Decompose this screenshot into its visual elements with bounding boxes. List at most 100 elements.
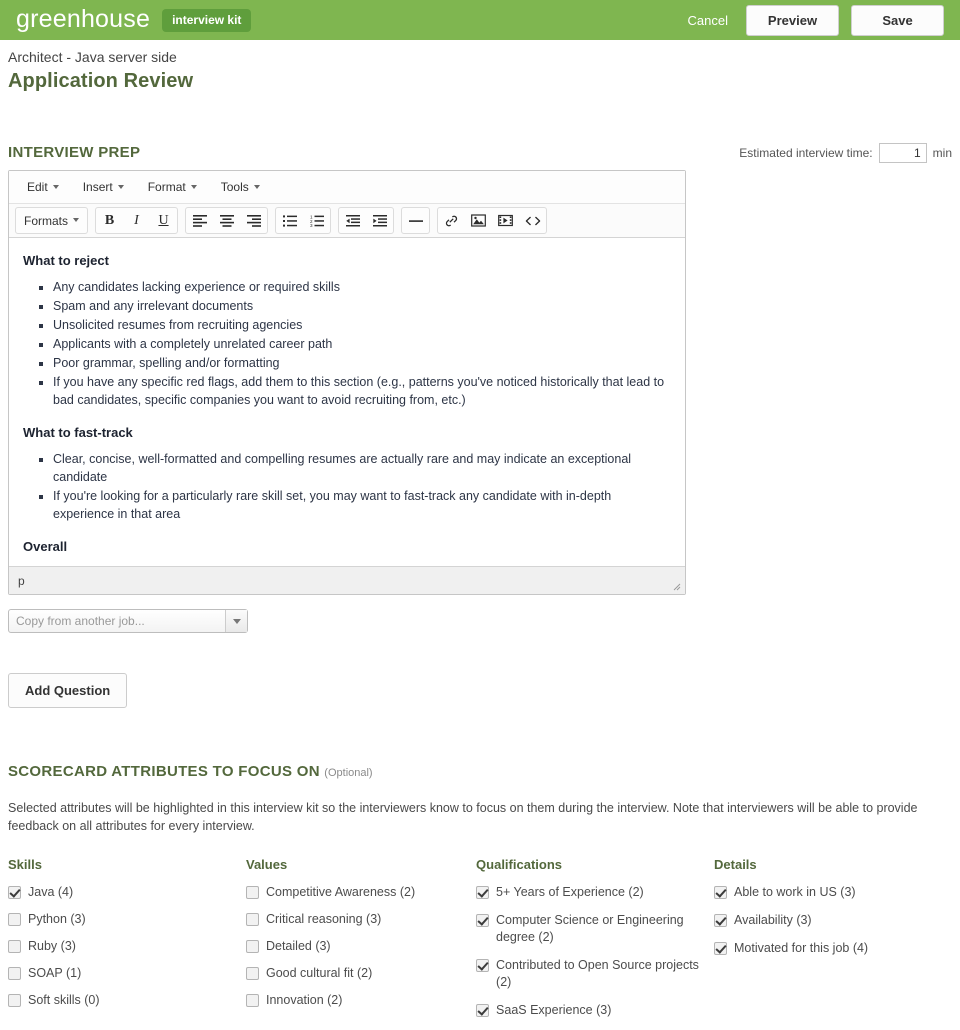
attribute-checkbox-row[interactable]: SaaS Experience (3) [476,1002,714,1019]
interview-kit-badge: interview kit [162,8,252,32]
brand: greenhouse interview kit [16,6,252,33]
attribute-column-skills: Skills Java (4) Python (3) Ruby (3) SOAP… [8,857,246,1030]
checkbox-icon[interactable] [476,959,490,972]
editor-resize-handle[interactable] [671,580,681,591]
align-right-icon[interactable] [240,209,267,232]
toolbar-group-lists: 123 [275,207,332,234]
checkbox-icon[interactable] [476,1004,490,1017]
bullet-list-icon[interactable] [276,209,303,232]
preview-button[interactable]: Preview [746,4,839,36]
checkbox-icon[interactable] [476,914,490,927]
attribute-label: Critical reasoning (3) [265,912,382,926]
attribute-checkbox-row[interactable]: SOAP (1) [8,965,246,981]
editor-toolbar: Formats B I U 1 2 3 [9,204,685,238]
checkbox-icon[interactable] [8,886,21,899]
attribute-label: Motivated for this job (4) [734,941,869,955]
attribute-label: Detailed (3) [265,939,331,953]
checkbox-icon[interactable] [714,886,728,899]
align-left-icon[interactable] [186,209,213,232]
chevron-down-icon [52,184,59,189]
svg-text:3: 3 [310,223,313,227]
editor-content[interactable]: What to reject Any candidates lacking ex… [9,238,685,566]
menu-tools[interactable]: Tools [212,176,269,198]
scorecard-attribute-columns: Skills Java (4) Python (3) Ruby (3) SOAP… [8,857,952,1030]
attribute-checkbox-row[interactable]: Able to work in US (3) [714,884,952,901]
attribute-checkbox-row[interactable]: Ruby (3) [8,938,246,954]
checkbox-icon[interactable] [8,940,21,953]
media-icon[interactable] [492,209,519,232]
attribute-checkbox-row[interactable]: Contributed to Open Source projects (2) [476,957,714,991]
estimated-time-input[interactable] [878,143,927,163]
attribute-checkbox-row[interactable]: Critical reasoning (3) [245,911,476,927]
checkbox-icon[interactable] [8,994,21,1007]
editor-menubar: Edit Insert Format Tools [9,171,685,204]
source-code-icon[interactable] [519,209,546,232]
indent-icon[interactable] [366,209,393,232]
attribute-column-qualifications: Qualifications 5+ Years of Experience (2… [476,857,714,1030]
attribute-checkbox-row[interactable]: Availability (3) [714,912,952,929]
formats-dropdown[interactable]: Formats [16,209,87,232]
image-icon[interactable] [465,209,492,232]
checkbox-icon[interactable] [476,886,490,899]
italic-icon[interactable]: I [123,209,150,232]
scorecard-title-text: SCORECARD ATTRIBUTES TO FOCUS ON [8,763,320,780]
attribute-checkbox-row[interactable]: Computer Science or Engineering degree (… [476,912,714,946]
align-center-icon[interactable] [213,209,240,232]
menu-format-label: Format [147,180,186,194]
toolbar-group-insert [437,207,548,234]
attribute-checkbox-row[interactable]: Detailed (3) [245,938,476,954]
copy-from-job-select[interactable]: Copy from another job... [8,609,248,633]
chevron-down-icon [232,618,241,624]
attribute-checkbox-row[interactable]: Python (3) [8,911,246,927]
rich-text-editor: Edit Insert Format Tools Formats B I U 1… [8,170,686,595]
checkbox-icon[interactable] [245,913,259,926]
checkbox-icon[interactable] [714,942,728,955]
menu-insert-label: Insert [82,180,113,194]
job-title: Architect - Java server side [8,49,177,65]
attribute-checkbox-row[interactable]: Competitive Awareness (2) [245,884,476,900]
editor-list-item: Unsolicited resumes from recruiting agen… [53,316,671,334]
horizontal-rule-icon[interactable] [402,209,429,232]
menu-format[interactable]: Format [139,176,206,198]
checkbox-icon[interactable] [245,967,259,980]
attribute-checkbox-row[interactable]: Soft skills (0) [8,992,246,1008]
chevron-down-icon [253,184,260,189]
bold-icon[interactable]: B [96,209,123,232]
scorecard-title: SCORECARD ATTRIBUTES TO FOCUS ON (Option… [8,763,373,780]
attribute-checkbox-row[interactable]: Java (4) [8,884,246,900]
checkbox-icon[interactable] [8,913,21,926]
menu-insert[interactable]: Insert [74,176,133,198]
checkbox-icon[interactable] [245,940,259,953]
estimated-time-label: Estimated interview time: [739,146,873,160]
numbered-list-icon[interactable]: 123 [303,209,330,232]
outdent-icon[interactable] [339,209,366,232]
menu-tools-label: Tools [220,180,249,194]
interview-prep-title: INTERVIEW PREP [8,144,141,161]
attribute-checkbox-row[interactable]: Innovation (2) [245,992,476,1008]
attribute-label: Innovation (2) [265,993,343,1007]
chevron-down-icon [117,184,124,189]
attribute-label: Ruby (3) [28,939,76,953]
attribute-label: SOAP (1) [28,966,82,980]
attribute-checkbox-row[interactable]: 5+ Years of Experience (2) [476,884,714,901]
cancel-link[interactable]: Cancel [682,13,734,28]
add-question-button[interactable]: Add Question [8,673,128,708]
editor-list-fasttrack: Clear, concise, well-formatted and compe… [23,450,671,523]
editor-element-path[interactable]: p [18,574,25,588]
menu-edit[interactable]: Edit [18,176,68,198]
scorecard-optional-label: (Optional) [324,767,373,779]
editor-list-item: Spam and any irrelevant documents [53,297,671,315]
attribute-label: SaaS Experience (3) [496,1003,612,1017]
checkbox-icon[interactable] [714,914,728,927]
editor-list-item: If you have any specific red flags, add … [53,373,671,409]
checkbox-icon[interactable] [245,994,259,1007]
attribute-checkbox-row[interactable]: Motivated for this job (4) [714,940,952,957]
save-button[interactable]: Save [851,4,944,36]
underline-icon[interactable]: U [150,209,177,232]
link-icon[interactable] [438,209,465,232]
attribute-label: Java (4) [28,885,74,899]
attribute-column-title: Qualifications [476,857,562,872]
checkbox-icon[interactable] [8,967,21,980]
attribute-checkbox-row[interactable]: Good cultural fit (2) [245,965,476,981]
checkbox-icon[interactable] [245,886,259,899]
